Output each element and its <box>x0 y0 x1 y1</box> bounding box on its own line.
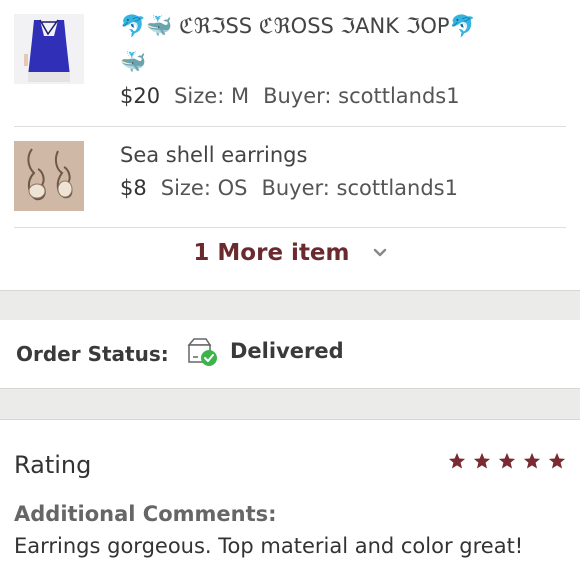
divider <box>14 227 566 228</box>
item-title-continued[interactable]: 🐳 <box>120 50 146 75</box>
section-separator <box>0 290 580 321</box>
item-buyer: Buyer: scottlands1 <box>261 176 458 200</box>
earrings-thumbnail[interactable] <box>14 141 84 211</box>
tank-top-thumbnail[interactable] <box>14 14 84 84</box>
star-icon <box>473 452 491 469</box>
rating-section: Rating Additional Comments: Earrings gor… <box>0 420 580 580</box>
delivered-box-check-icon <box>187 338 217 366</box>
item-title[interactable]: 🐬🐳 ℭℜℑSS ℭℜOSS ℑANK ℑOP🐬 <box>120 14 476 39</box>
item-meta: $20 Size: M Buyer: scottlands1 <box>120 84 460 108</box>
item-price: $20 <box>120 84 161 108</box>
more-items-label: 1 More item <box>193 240 350 266</box>
star-icon <box>448 452 466 469</box>
item-price: $8 <box>120 176 147 200</box>
star-icon <box>549 452 566 469</box>
star-icon <box>524 452 541 469</box>
item-size: Size: OS <box>160 176 248 200</box>
item-meta: $8 Size: OS Buyer: scottlands1 <box>120 176 458 200</box>
order-item-tank-top[interactable]: 🐬🐳 ℭℜℑSS ℭℜOSS ℑANK ℑOP🐬 🐳 $20 Size: M Buy… <box>0 0 580 126</box>
rating-label: Rating <box>14 451 92 479</box>
order-status-label: Order Status: <box>16 342 169 366</box>
item-size: Size: M <box>174 84 250 108</box>
chevron-down-icon <box>373 248 386 257</box>
item-title[interactable]: Sea shell earrings <box>120 143 307 167</box>
order-status-value: Delivered <box>230 339 344 363</box>
rating-stars <box>448 452 568 474</box>
comments-label: Additional Comments: <box>14 502 277 526</box>
comments-text: Earrings gorgeous. Top material and colo… <box>14 534 524 558</box>
more-items-button[interactable]: 1 More item <box>0 240 580 280</box>
star-icon <box>499 452 516 469</box>
section-separator <box>0 388 580 420</box>
order-item-earrings[interactable]: Sea shell earrings $8 Size: OS Buyer: scot… <box>0 127 580 227</box>
item-buyer: Buyer: scottlands1 <box>263 84 460 108</box>
